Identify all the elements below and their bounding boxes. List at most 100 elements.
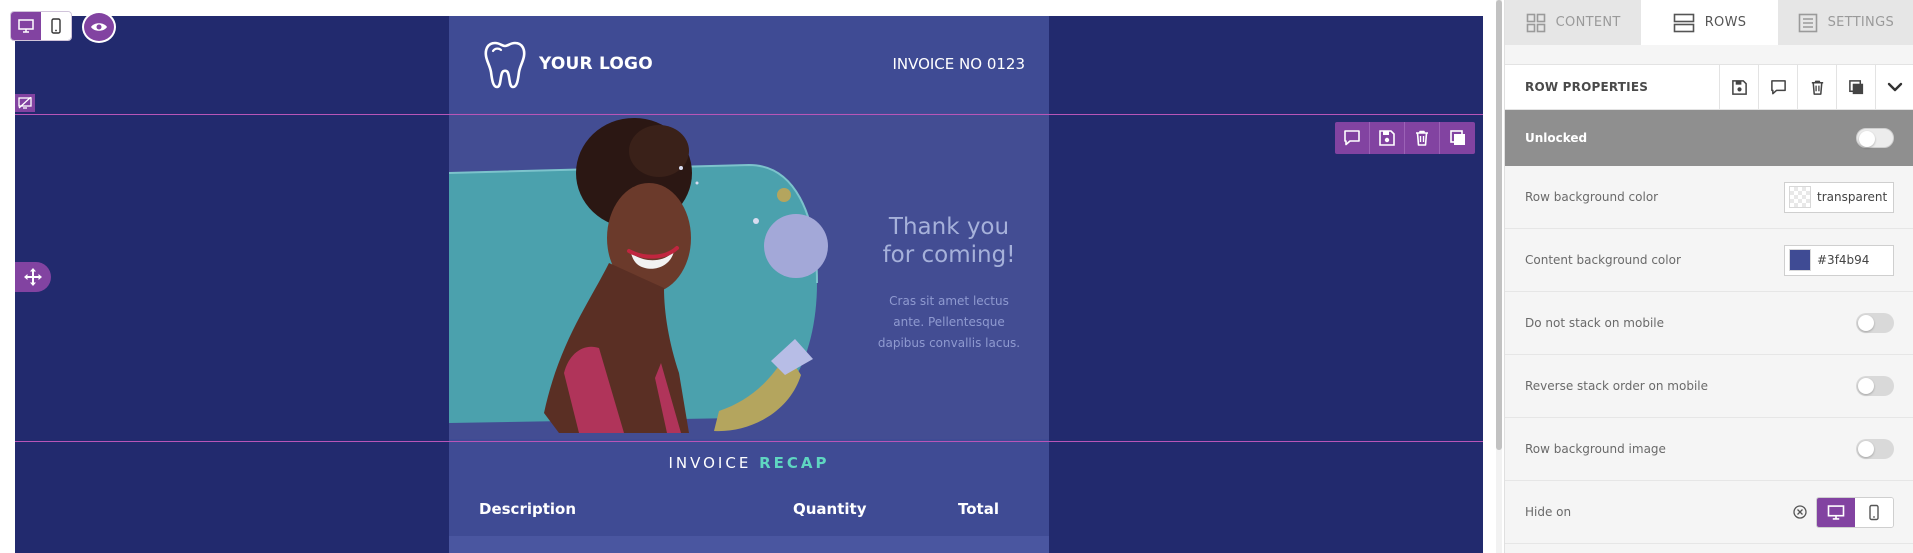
mobile-icon <box>1869 504 1879 520</box>
canvas-scrollbar-thumb[interactable] <box>1496 0 1502 450</box>
column-header-quantity: Quantity <box>793 500 867 518</box>
row-duplicate-button[interactable] <box>1440 122 1475 154</box>
sidebar-tabs: CONTENT ROWS SETTINGS <box>1505 0 1913 45</box>
trash-icon <box>1416 130 1428 146</box>
email-stage[interactable]: YOUR LOGO INVOICE NO 0123 Thank you for … <box>15 16 1483 553</box>
tab-content-label: CONTENT <box>1555 15 1621 30</box>
comment-row-button[interactable] <box>1758 64 1797 110</box>
content-background-color-picker[interactable]: #3f4b94 <box>1784 244 1894 276</box>
transparent-swatch <box>1789 186 1811 208</box>
content-color-swatch <box>1789 249 1811 271</box>
hide-on-device-toggle <box>1816 496 1894 528</box>
hero-photo[interactable] <box>449 113 869 439</box>
row-background-color-setting: Row background color transparent <box>1505 166 1913 229</box>
clear-hide-on-button[interactable] <box>1792 504 1808 520</box>
delete-row-button[interactable] <box>1797 64 1836 110</box>
content-background-color-value: #3f4b94 <box>1817 253 1870 267</box>
column-header-total: Total <box>958 500 999 518</box>
row-background-color-value: transparent <box>1817 190 1888 204</box>
reverse-stack-toggle[interactable] <box>1856 376 1894 396</box>
hero-title: Thank you for coming! <box>859 213 1039 269</box>
properties-sidebar: CONTENT ROWS SETTINGS ROW PROPERTIES Unl… <box>1504 0 1913 553</box>
hero-body-line-1: Cras sit amet lectus <box>889 294 1009 308</box>
close-circle-icon <box>1793 505 1807 519</box>
desktop-hidden-icon <box>18 97 32 109</box>
invoice-number: INVOICE NO 0123 <box>892 55 1025 73</box>
row-delete-button[interactable] <box>1405 122 1440 154</box>
tab-rows[interactable]: ROWS <box>1641 0 1778 45</box>
no-stack-mobile-toggle[interactable] <box>1856 313 1894 333</box>
mobile-icon <box>51 18 61 34</box>
chevron-down-icon <box>1887 82 1903 92</box>
tab-settings[interactable]: SETTINGS <box>1778 0 1913 45</box>
tab-rows-label: ROWS <box>1704 15 1747 30</box>
column-header-description: Description <box>479 500 577 518</box>
tab-content[interactable]: CONTENT <box>1505 0 1641 45</box>
editor-canvas: YOUR LOGO INVOICE NO 0123 Thank you for … <box>0 0 1502 553</box>
reverse-stack-setting: Reverse stack order on mobile <box>1505 355 1913 418</box>
lock-row: Unlocked <box>1505 110 1913 166</box>
hero-title-line-1: Thank you <box>888 214 1010 240</box>
reverse-stack-label: Reverse stack order on mobile <box>1525 379 1708 393</box>
lock-toggle[interactable] <box>1856 128 1894 148</box>
grid-icon <box>1526 13 1545 32</box>
row-properties-title: ROW PROPERTIES <box>1525 80 1649 94</box>
tab-settings-label: SETTINGS <box>1827 15 1895 30</box>
row-background-image-setting: Row background image <box>1505 418 1913 481</box>
hero-body-line-3: dapibus convallis lacus. <box>877 336 1021 350</box>
save-row-button[interactable] <box>1719 64 1758 110</box>
toggle-knob <box>1858 315 1874 331</box>
hero-title-line-2: for coming! <box>882 242 1016 268</box>
no-stack-mobile-label: Do not stack on mobile <box>1525 316 1664 330</box>
hide-on-label: Hide on <box>1525 505 1572 519</box>
hidden-on-desktop-indicator <box>15 94 35 112</box>
desktop-icon <box>18 19 34 33</box>
invoice-table-row[interactable] <box>449 536 1049 553</box>
recap-text: INVOICE <box>668 454 752 472</box>
hide-on-setting: Hide on <box>1505 481 1913 544</box>
move-icon <box>24 268 42 286</box>
duplicate-row-button[interactable] <box>1836 64 1875 110</box>
hide-on-control <box>1792 496 1894 528</box>
hide-on-desktop-button[interactable] <box>1817 497 1855 527</box>
row-background-color-picker[interactable]: transparent <box>1784 181 1894 213</box>
save-icon <box>1379 130 1395 146</box>
unlock-label: Unlocked <box>1525 131 1588 145</box>
desktop-view-button[interactable] <box>11 12 41 40</box>
trash-icon <box>1811 80 1823 95</box>
hide-on-mobile-button[interactable] <box>1855 497 1893 527</box>
rows-icon <box>1673 13 1695 32</box>
row-save-button[interactable] <box>1370 122 1405 154</box>
recap-heading[interactable]: INVOICE RECAP <box>449 454 1049 472</box>
device-view-switch <box>11 12 71 40</box>
email-editor: YOUR LOGO INVOICE NO 0123 Thank you for … <box>0 0 1913 553</box>
comment-icon <box>1344 130 1360 146</box>
toggle-knob <box>1858 441 1874 457</box>
logo-text: YOUR LOGO <box>539 54 653 74</box>
email-header-row[interactable]: YOUR LOGO INVOICE NO 0123 <box>449 16 1049 113</box>
no-stack-mobile-setting: Do not stack on mobile <box>1505 292 1913 355</box>
invoice-table-header[interactable]: Description Quantity Total <box>449 500 1049 522</box>
tooth-logo-icon <box>484 41 526 89</box>
email-body[interactable]: YOUR LOGO INVOICE NO 0123 Thank you for … <box>449 16 1049 553</box>
content-background-color-label: Content background color <box>1525 253 1681 267</box>
comment-icon <box>1770 79 1786 94</box>
hero-body-text: Cras sit amet lectus ante. Pellentesque … <box>859 291 1039 354</box>
content-background-color-setting: Content background color #3f4b94 <box>1505 229 1913 292</box>
hero-row[interactable]: Thank you for coming! Cras sit amet lect… <box>449 113 1049 439</box>
toggle-knob <box>1859 131 1875 147</box>
settings-list-icon <box>1798 13 1817 32</box>
duplicate-icon <box>1449 130 1465 145</box>
row-toolbar <box>1335 122 1475 154</box>
mobile-view-button[interactable] <box>41 12 71 40</box>
save-icon <box>1731 79 1747 95</box>
recap-accent-text: RECAP <box>759 454 830 472</box>
toggle-knob <box>1858 378 1874 394</box>
row-move-handle[interactable] <box>15 262 51 292</box>
row-background-image-toggle[interactable] <box>1856 439 1894 459</box>
hero-body-line-2: ante. Pellentesque <box>893 315 1005 329</box>
row-comment-button[interactable] <box>1335 122 1370 154</box>
collapse-panel-button[interactable] <box>1875 64 1913 110</box>
row-background-image-label: Row background image <box>1525 442 1666 456</box>
preview-button[interactable] <box>82 11 116 43</box>
